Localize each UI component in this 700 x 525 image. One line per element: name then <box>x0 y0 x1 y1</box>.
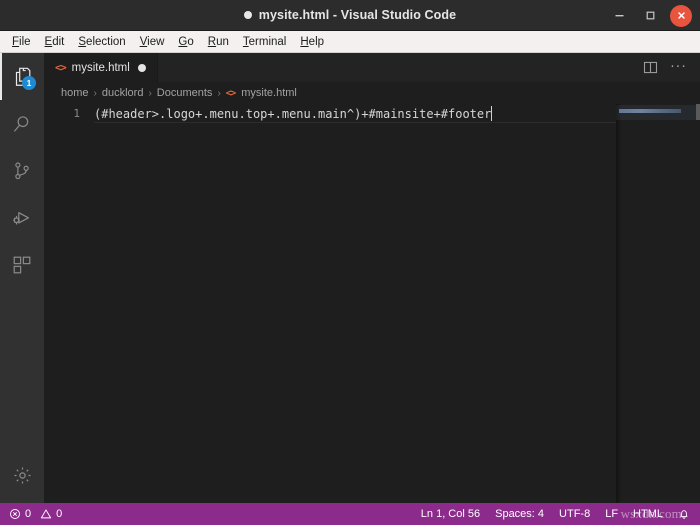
status-bar-right: Ln 1, Col 56 Spaces: 4 UTF-8 LF HTML <box>421 507 700 521</box>
breadcrumb: home › ducklord › Documents › <> mysite.… <box>44 82 700 104</box>
menu-edit[interactable]: Edit <box>38 32 72 52</box>
menu-bar: File Edit Selection View Go Run Terminal… <box>0 31 700 53</box>
git-branch-icon <box>11 160 33 182</box>
editor-scrollbar[interactable] <box>696 104 700 120</box>
status-bar: 0 0 Ln 1, Col 56 Spaces: 4 UTF-8 LF HTML <box>0 503 700 525</box>
menu-run[interactable]: Run <box>201 32 236 52</box>
status-errors[interactable]: 0 <box>9 507 31 521</box>
breadcrumb-separator: › <box>217 87 221 99</box>
breadcrumb-separator: › <box>93 87 97 99</box>
status-language-mode[interactable]: HTML <box>633 507 663 521</box>
more-actions-icon[interactable]: ··· <box>670 61 687 74</box>
activitybar-item-extensions[interactable] <box>0 241 44 288</box>
status-eol[interactable]: LF <box>605 507 618 521</box>
minimap-slider[interactable] <box>616 105 700 120</box>
extensions-icon <box>11 254 33 276</box>
maximize-button[interactable] <box>639 5 661 27</box>
minimap-shadow <box>616 104 622 503</box>
status-errors-count: 0 <box>25 508 32 520</box>
minimize-button[interactable] <box>608 5 630 27</box>
warning-icon <box>40 508 52 520</box>
status-encoding[interactable]: UTF-8 <box>559 507 590 521</box>
window-title: mysite.html - Visual Studio Code <box>243 8 457 22</box>
minimap[interactable] <box>616 104 700 503</box>
activitybar-item-run-debug[interactable] <box>0 194 44 241</box>
tab-bar-filler <box>157 53 644 82</box>
activity-bar-bottom <box>0 452 44 503</box>
status-notifications[interactable] <box>678 508 690 520</box>
window-title-text: mysite.html - Visual Studio Code <box>258 8 457 22</box>
html-file-icon: <> <box>55 61 67 74</box>
line-number-gutter: 1 <box>44 104 94 503</box>
minimap-code-line <box>619 109 681 113</box>
editor-area: <> mysite.html ··· home › ducklord › Doc… <box>44 53 700 503</box>
gear-icon <box>12 465 33 486</box>
workbench-body: 1 <> mysite.html ··· home › ducklord › D… <box>0 53 700 503</box>
text-cursor <box>491 106 493 121</box>
run-debug-icon <box>11 207 33 229</box>
activitybar-item-source-control[interactable] <box>0 147 44 194</box>
menu-file[interactable]: File <box>5 32 38 52</box>
html-file-icon: <> <box>225 87 237 99</box>
window-controls <box>608 0 692 31</box>
breadcrumb-separator: › <box>148 87 152 99</box>
editor-actions: ··· <box>643 53 700 82</box>
menu-go[interactable]: Go <box>171 32 200 52</box>
tab-dirty-dot-icon[interactable] <box>137 63 146 72</box>
status-warnings-count: 0 <box>56 508 63 520</box>
breadcrumb-item-ducklord[interactable]: ducklord <box>102 87 144 99</box>
tab-label: mysite.html <box>71 61 130 74</box>
breadcrumb-item-home[interactable]: home <box>61 87 89 99</box>
error-icon <box>9 508 21 520</box>
status-warnings[interactable]: 0 <box>40 507 62 521</box>
status-cursor-position[interactable]: Ln 1, Col 56 <box>421 507 480 521</box>
activity-bar: 1 <box>0 53 44 503</box>
unsaved-dot-icon <box>243 11 252 19</box>
code-editor[interactable]: 1 (#header>.logo+.menu.top+.menu.main^)+… <box>44 104 700 503</box>
activity-bar-top: 1 <box>0 53 44 452</box>
activitybar-item-search[interactable] <box>0 100 44 147</box>
menu-selection[interactable]: Selection <box>71 32 132 52</box>
close-button[interactable] <box>670 4 692 27</box>
code-line-text: (#header>.logo+.menu.top+.menu.main^)+#m… <box>94 107 492 121</box>
breadcrumb-item-documents[interactable]: Documents <box>157 87 213 99</box>
search-icon <box>11 113 33 135</box>
menu-view[interactable]: View <box>133 32 172 52</box>
activitybar-item-explorer[interactable]: 1 <box>0 53 44 100</box>
split-editor-icon[interactable] <box>643 60 658 75</box>
vscode-window: mysite.html - Visual Studio Code File Ed… <box>0 0 700 525</box>
menu-terminal[interactable]: Terminal <box>236 32 293 52</box>
code-line-1[interactable]: (#header>.logo+.menu.top+.menu.main^)+#m… <box>94 105 616 123</box>
explorer-badge: 1 <box>22 76 36 90</box>
menu-help[interactable]: Help <box>293 32 331 52</box>
title-bar: mysite.html - Visual Studio Code <box>0 0 700 31</box>
code-content[interactable]: (#header>.logo+.menu.top+.menu.main^)+#m… <box>94 104 616 503</box>
tab-mysite-html[interactable]: <> mysite.html <box>44 53 158 82</box>
breadcrumb-item-mysite-html[interactable]: mysite.html <box>241 87 297 99</box>
editor-tab-bar: <> mysite.html ··· <box>44 53 700 82</box>
bell-icon <box>678 508 690 520</box>
line-number: 1 <box>73 107 80 120</box>
status-bar-left: 0 0 <box>0 507 62 521</box>
status-indentation[interactable]: Spaces: 4 <box>495 507 544 521</box>
activitybar-item-manage[interactable] <box>0 452 44 499</box>
